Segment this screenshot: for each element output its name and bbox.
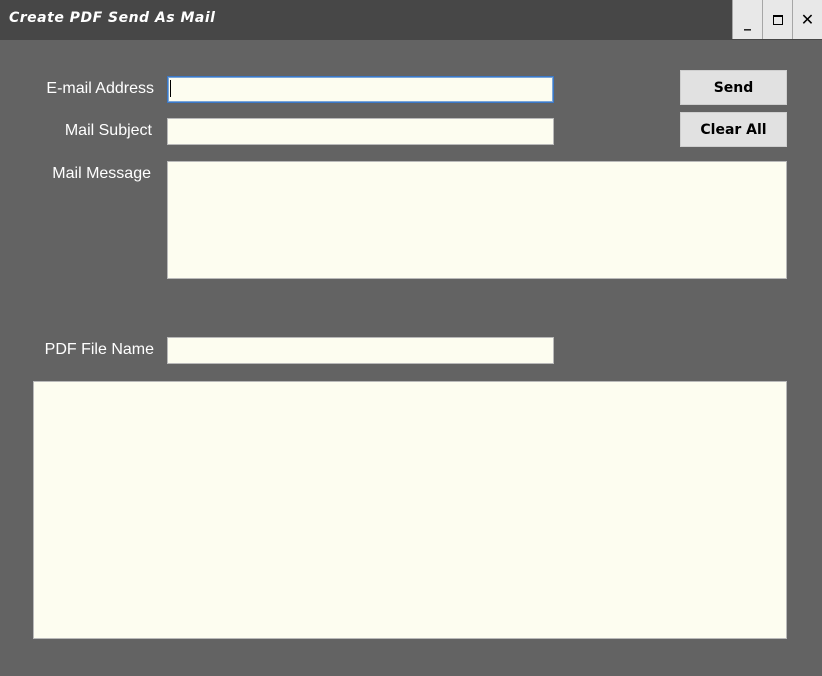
window-title: Create PDF Send As Mail: [9, 10, 216, 26]
subject-field[interactable]: [167, 118, 554, 145]
close-icon: ✕: [800, 10, 815, 29]
maximize-button[interactable]: [762, 0, 792, 39]
text-caret: [170, 80, 171, 97]
email-label: E-mail Address: [46, 80, 154, 97]
minimize-icon: _: [744, 14, 751, 31]
subject-label: Mail Subject: [64, 122, 152, 139]
maximize-icon: [772, 14, 783, 25]
clear-all-button[interactable]: Clear All: [680, 112, 787, 147]
pdf-file-label: PDF File Name: [44, 341, 154, 358]
pdf-file-field[interactable]: [167, 337, 554, 364]
pdf-content-textarea[interactable]: [33, 381, 787, 639]
send-button[interactable]: Send: [680, 70, 787, 105]
title-bar[interactable]: Create PDF Send As Mail _ ✕: [0, 0, 822, 40]
email-field[interactable]: [167, 76, 554, 103]
message-textarea[interactable]: [167, 161, 787, 279]
minimize-button[interactable]: _: [732, 0, 762, 39]
close-button[interactable]: ✕: [792, 0, 822, 39]
message-label: Mail Message: [52, 165, 151, 182]
